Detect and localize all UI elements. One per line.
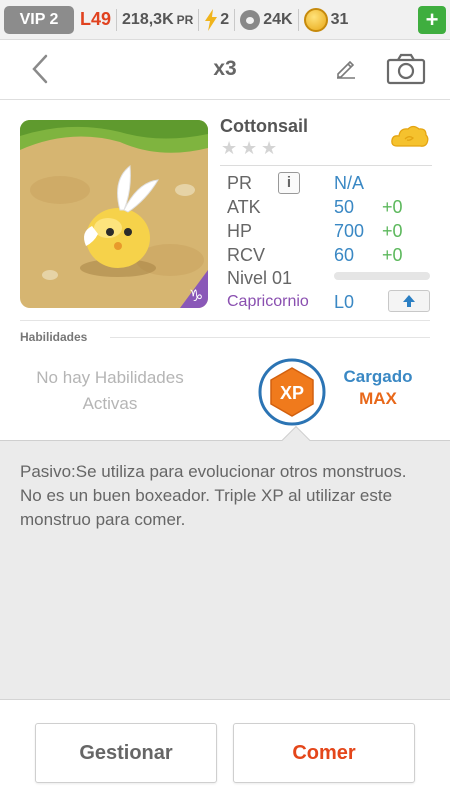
monster-portrait[interactable]: ♑ xyxy=(20,120,208,308)
monster-image: ♑ xyxy=(20,120,208,308)
level-progress-bar xyxy=(334,272,430,280)
rcv-bonus: +0 xyxy=(382,245,403,265)
charge-value: MAX xyxy=(359,389,397,408)
atk-bonus: +0 xyxy=(382,197,403,217)
lightning-icon xyxy=(205,8,218,31)
arrow-up-icon xyxy=(403,295,415,307)
coin-value: 31 xyxy=(330,10,349,28)
section-divider xyxy=(20,320,430,321)
info-icon[interactable]: i xyxy=(278,172,300,194)
food-stat[interactable]: 24K xyxy=(240,9,293,30)
monster-header: x3 xyxy=(0,40,450,100)
cloud-element-icon[interactable] xyxy=(391,124,429,150)
pr-value: N/A xyxy=(334,173,365,193)
star-rating: ★ ★ ★ xyxy=(221,138,278,158)
status-bar: VIP 2 L49 218,3K PR 2 24K 31 + xyxy=(0,0,450,40)
divider xyxy=(297,8,299,31)
skills-heading: Habilidades xyxy=(20,330,88,344)
player-level: L49 xyxy=(80,9,112,29)
energy-stat[interactable]: 2 xyxy=(204,8,230,31)
power-value: 218,3K xyxy=(122,10,174,28)
skills-divider xyxy=(110,337,430,338)
atk-value: 50 xyxy=(334,197,355,217)
divider xyxy=(116,8,118,31)
power-unit: PR xyxy=(176,12,194,27)
vip-badge[interactable]: VIP 2 xyxy=(4,5,74,34)
divider xyxy=(234,8,236,31)
svg-text:♑: ♑ xyxy=(189,286,203,305)
xp-hexagon-icon[interactable]: XP xyxy=(258,358,326,426)
divider xyxy=(198,8,200,31)
add-currency-button[interactable]: + xyxy=(418,6,446,34)
pencil-icon[interactable] xyxy=(334,56,358,80)
rcv-label: RCV xyxy=(227,245,266,265)
rcv-value: 60 xyxy=(334,245,355,265)
zodiac-level: L0 xyxy=(334,292,355,312)
charge-label: Cargado xyxy=(343,367,413,386)
hp-value: 700 xyxy=(334,221,365,241)
coin-icon xyxy=(303,7,328,32)
camera-icon[interactable] xyxy=(386,53,426,85)
paw-icon xyxy=(240,9,261,30)
no-active-skills-text: No hay Habilidades Activas xyxy=(36,368,184,413)
hp-bonus: +0 xyxy=(382,221,403,241)
hp-label: HP xyxy=(227,221,253,241)
monster-name: Cottonsail xyxy=(220,116,308,136)
upgrade-zodiac-button[interactable] xyxy=(388,290,430,312)
star-icon: ★ xyxy=(221,138,238,158)
monster-count: x3 xyxy=(213,57,237,80)
xp-badge-label: XP xyxy=(280,383,304,403)
stats-divider xyxy=(220,165,432,166)
pr-label: PR xyxy=(227,173,253,193)
description-text: Pasivo:Se utiliza para evolucionar otros… xyxy=(20,462,407,529)
power-rating: 218,3K PR xyxy=(122,11,193,29)
star-icon: ★ xyxy=(261,138,278,158)
food-value: 24K xyxy=(263,10,293,28)
star-icon: ★ xyxy=(241,138,258,158)
manage-button[interactable]: Gestionar xyxy=(35,723,217,783)
eat-button[interactable]: Comer xyxy=(233,723,415,783)
energy-value: 2 xyxy=(220,10,230,28)
zodiac-sign[interactable]: Capricornio xyxy=(227,293,309,311)
level-label: Nivel 01 xyxy=(227,268,293,288)
coin-stat[interactable]: 31 xyxy=(303,7,349,32)
atk-label: ATK xyxy=(227,197,261,217)
